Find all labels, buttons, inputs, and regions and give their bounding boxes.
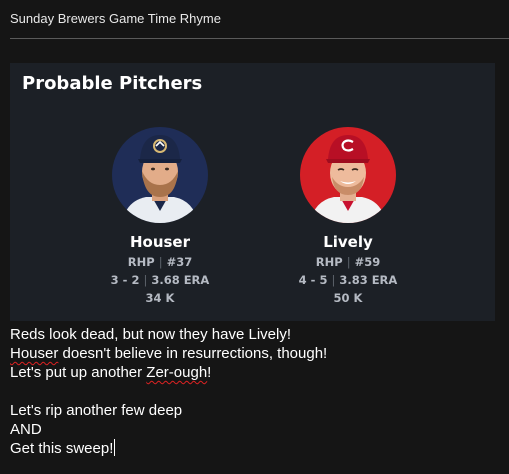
pitcher-number: #59 bbox=[354, 255, 381, 269]
separator: | bbox=[158, 255, 163, 269]
message-line[interactable]: Let's rip another few deep bbox=[10, 401, 327, 420]
card-title: Probable Pitchers bbox=[22, 73, 203, 94]
pitcher-era: 3.68 ERA bbox=[151, 273, 210, 287]
pitcher-record: 4 - 5 bbox=[298, 273, 328, 287]
pitcher-hand: RHP bbox=[127, 255, 155, 269]
message-body-editor[interactable]: Reds look dead, but now they have Lively… bbox=[10, 325, 327, 458]
pitcher-strikeouts: 50 K bbox=[333, 291, 363, 305]
message-line[interactable]: Get this sweep! bbox=[10, 439, 327, 458]
text-caret bbox=[114, 439, 116, 456]
pitcher-number: #37 bbox=[166, 255, 193, 269]
message-line-text: doesn't believe in resurrections, though… bbox=[58, 345, 328, 362]
message-line[interactable]: Houser doesn't believe in resurrections,… bbox=[10, 344, 327, 363]
pitcher-hand-number: RHP | #37 bbox=[80, 255, 240, 269]
message-line-blank[interactable] bbox=[10, 382, 327, 401]
pitcher-record-era: 4 - 5 | 3.83 ERA bbox=[268, 273, 428, 287]
message-line[interactable]: Let's put up another Zer-ough! bbox=[10, 363, 327, 382]
pitcher-hand-number: RHP | #59 bbox=[268, 255, 428, 269]
message-line[interactable]: AND bbox=[10, 420, 327, 439]
pitcher-lively: Lively RHP | #59 4 - 5 | 3.83 ERA 50 K bbox=[268, 127, 428, 305]
pitcher-strikeouts: 34 K bbox=[145, 291, 175, 305]
separator: | bbox=[346, 255, 351, 269]
probable-pitchers-card: Probable Pitchers Houser RHP | #37 3 - 2… bbox=[10, 63, 495, 321]
avatar bbox=[112, 127, 208, 223]
pitcher-record-era: 3 - 2 | 3.68 ERA bbox=[80, 273, 240, 287]
spellcheck-flagged-word[interactable]: Houser bbox=[10, 345, 58, 362]
separator: | bbox=[143, 273, 148, 287]
subject-divider bbox=[10, 38, 509, 39]
email-subject[interactable]: Sunday Brewers Game Time Rhyme bbox=[10, 11, 221, 26]
pitcher-hand: RHP bbox=[315, 255, 343, 269]
pitcher-headshot-icon bbox=[310, 135, 386, 223]
message-line-text: ! bbox=[207, 364, 212, 381]
message-line-text: Let's put up another bbox=[10, 364, 147, 381]
pitcher-headshot-icon bbox=[122, 135, 198, 223]
pitcher-name[interactable]: Lively bbox=[268, 233, 428, 251]
message-line-text: Get this sweep! bbox=[10, 440, 114, 457]
spellcheck-flagged-word[interactable]: Zer-ough bbox=[146, 364, 207, 381]
pitcher-era: 3.83 ERA bbox=[339, 273, 398, 287]
separator: | bbox=[331, 273, 336, 287]
avatar bbox=[300, 127, 396, 223]
message-line[interactable]: Reds look dead, but now they have Lively… bbox=[10, 325, 327, 344]
pitcher-record: 3 - 2 bbox=[110, 273, 140, 287]
pitcher-houser: Houser RHP | #37 3 - 2 | 3.68 ERA 34 K bbox=[80, 127, 240, 305]
pitcher-name[interactable]: Houser bbox=[80, 233, 240, 251]
